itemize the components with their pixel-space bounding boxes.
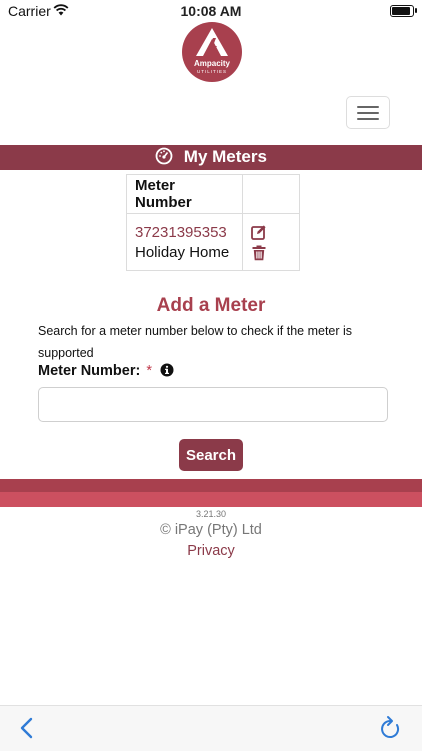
column-header-actions bbox=[242, 174, 300, 214]
meter-number-input[interactable] bbox=[38, 387, 388, 422]
meter-number-label-text: Meter Number: bbox=[38, 363, 141, 379]
edit-icon[interactable] bbox=[251, 224, 267, 240]
clock: 10:08 AM bbox=[180, 3, 242, 19]
copyright: © iPay (Pty) Ltd bbox=[160, 522, 262, 538]
browser-toolbar bbox=[0, 705, 422, 751]
meter-actions bbox=[242, 213, 300, 271]
footer-band-light bbox=[0, 492, 422, 507]
search-button[interactable]: Search bbox=[179, 439, 243, 471]
required-marker: * bbox=[146, 363, 153, 379]
my-meters-header: My Meters bbox=[0, 145, 422, 170]
info-icon[interactable] bbox=[160, 363, 174, 377]
status-bar: Carrier 10:08 AM bbox=[0, 0, 422, 22]
table-header-row: Meter Number bbox=[126, 174, 300, 214]
meter-nickname: Holiday Home bbox=[135, 244, 230, 261]
brand-logo[interactable]: Ampacity UTILITIES bbox=[182, 22, 242, 82]
brand-name: Ampacity bbox=[193, 59, 230, 68]
meters-table: Meter Number 37231395353 Holiday Home bbox=[126, 174, 300, 271]
add-meter-title: Add a Meter bbox=[156, 295, 266, 316]
footer-band-dark bbox=[0, 479, 422, 492]
menu-button[interactable] bbox=[346, 96, 390, 129]
back-icon[interactable] bbox=[17, 716, 37, 740]
meter-cell: 37231395353 Holiday Home bbox=[126, 213, 243, 271]
gauge-icon bbox=[155, 147, 173, 165]
privacy-link[interactable]: Privacy bbox=[0, 543, 422, 559]
reload-icon[interactable] bbox=[378, 715, 402, 741]
brand-subtitle: UTILITIES bbox=[196, 69, 227, 74]
my-meters-title: My Meters bbox=[183, 147, 267, 166]
add-meter-description: Search for a meter number below to check… bbox=[38, 324, 353, 360]
hamburger-line bbox=[357, 106, 379, 108]
meter-number-label: Meter Number: * bbox=[38, 363, 174, 379]
hamburger-line bbox=[357, 112, 379, 114]
battery-icon bbox=[390, 5, 417, 17]
app-version: 3.21.30 bbox=[195, 509, 227, 519]
table-row: 37231395353 Holiday Home bbox=[126, 213, 300, 271]
trash-icon[interactable] bbox=[251, 245, 267, 261]
hamburger-line bbox=[357, 118, 379, 120]
meter-number-link[interactable]: 37231395353 bbox=[135, 224, 234, 241]
column-header-meter-number: Meter Number bbox=[126, 174, 243, 214]
